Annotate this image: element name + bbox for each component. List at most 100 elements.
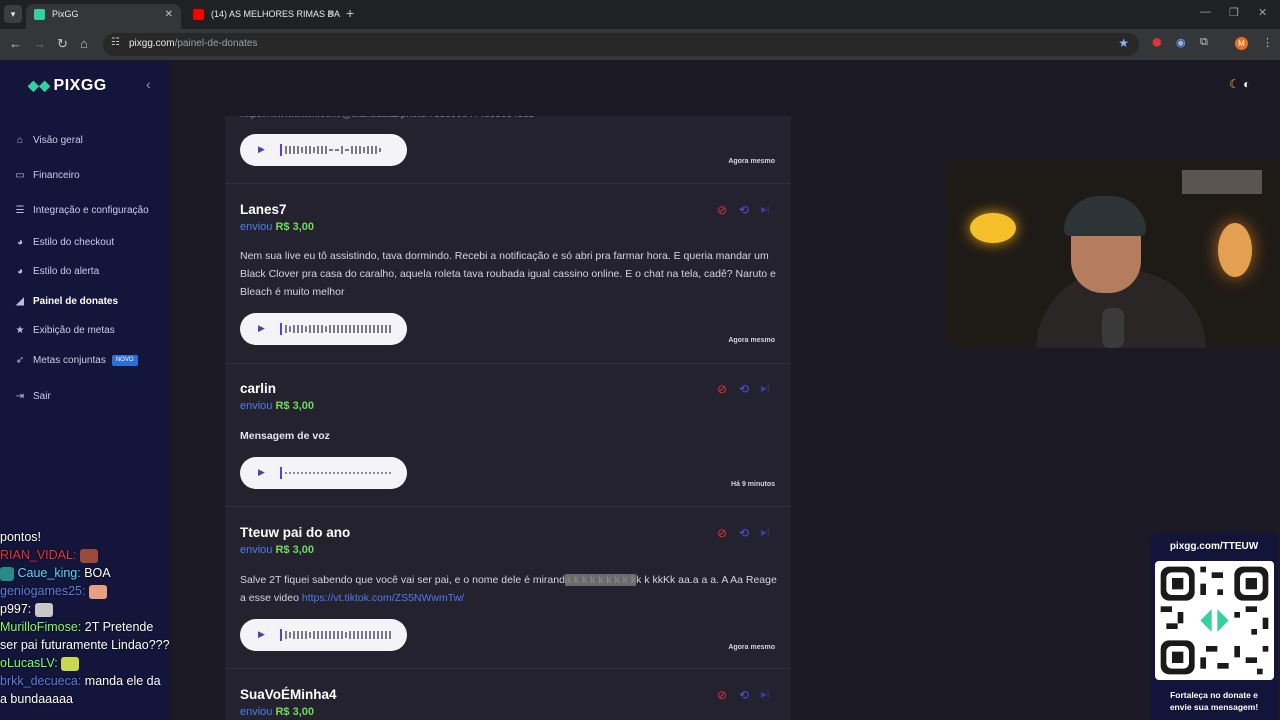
sidebar-item-estilo-checkout[interactable]: ◕ Estilo do checkout (13, 233, 114, 253)
webcam-lamp-right (1218, 223, 1252, 277)
chat-line: a bundaaaaa (0, 692, 73, 706)
pixgg-favicon-icon (34, 9, 45, 20)
close-tab-icon[interactable]: ✕ (327, 4, 335, 25)
message-text: Salve 2T fiquei sabendo que você vai ser… (240, 574, 777, 604)
timestamp: Há 9 minutos (731, 481, 775, 488)
webcam-shelf (1182, 170, 1262, 194)
donor-name: carlin (240, 381, 277, 396)
restore-icon[interactable]: ❐ (1229, 6, 1239, 19)
pixgg-logo[interactable]: ◆◆ PIXGG (28, 77, 107, 95)
skip-icon[interactable]: ▶| (761, 690, 769, 699)
sidebar-item-financeiro[interactable]: ▭ Financeiro (13, 166, 79, 186)
tab-label: (14) AS MELHORES RIMAS DA (211, 9, 341, 19)
reload-icon[interactable]: ↻ (57, 36, 68, 52)
replay-icon[interactable]: ⟲ (739, 203, 749, 217)
audio-player[interactable]: ▶ (240, 619, 407, 651)
star-icon: ★ (15, 325, 25, 336)
block-icon[interactable]: ⊘ (717, 382, 727, 396)
chat-line: oLucasLV: (0, 654, 200, 672)
tab-pixgg[interactable]: PixGG ✕ (26, 4, 181, 29)
message-text: https://www.tiktok.com/@blahbadaz/photo/… (240, 116, 780, 124)
emote-icon (79, 548, 98, 563)
donate-amount-line: enviou R$ 3,00 (240, 706, 315, 718)
theme-toggle[interactable]: ☾ ◐ (1229, 77, 1250, 91)
extension-shield-icon[interactable]: ⬢ (1152, 36, 1162, 49)
home-icon[interactable]: ⌂ (80, 36, 88, 51)
address-bar[interactable]: ☷ pixgg.com/painel-de-donates ★ (103, 33, 1139, 56)
badge-icon (0, 566, 14, 581)
waveform-icon (280, 467, 391, 479)
profile-avatar[interactable]: M (1235, 37, 1248, 50)
youtube-favicon-icon (193, 9, 204, 20)
donate-card: https://www.tiktok.com/@blahbadaz/photo/… (225, 116, 791, 184)
tab-label: PixGG (52, 9, 79, 19)
message-text: Nem sua live eu tô assistindo, tava dorm… (240, 250, 776, 298)
timestamp: Agora mesmo (728, 337, 775, 344)
audio-player[interactable]: ▶ (240, 313, 407, 345)
browser-menu-icon[interactable]: ⋮ (1262, 36, 1273, 49)
replay-icon[interactable]: ⟲ (739, 526, 749, 540)
new-badge: NOVO (111, 354, 138, 366)
audio-player[interactable]: ▶ (240, 134, 407, 166)
replay-icon[interactable]: ⟲ (739, 688, 749, 702)
site-info-icon[interactable]: ☷ (111, 37, 120, 48)
timestamp: Agora mesmo (728, 644, 775, 651)
sidebar-item-metas-conjuntas[interactable]: ➶ Metas conjuntas NOVO (13, 351, 138, 371)
donor-name: Lanes7 (240, 202, 287, 217)
moon-icon: ☾ (1229, 77, 1240, 91)
qr-footer: Fortaleça no donate e envie sua mensagem! (1169, 690, 1259, 712)
play-icon[interactable]: ▶ (258, 323, 265, 334)
tab-search-button[interactable]: ▾ (4, 5, 22, 23)
sidebar-item-visao-geral[interactable]: ⌂ Visão geral (13, 131, 83, 151)
tab-youtube[interactable]: (14) AS MELHORES RIMAS DA ✕ (185, 4, 343, 29)
sidebar-item-exibicao-metas[interactable]: ★ Exibição de metas (13, 321, 115, 341)
sidebar-item-integracao[interactable]: ☰ Integração e configuração (13, 201, 149, 221)
sidebar-item-estilo-alerta[interactable]: ◕ Estilo do alerta (13, 262, 99, 282)
skip-icon[interactable]: ▶| (761, 384, 769, 393)
extension-signal-icon[interactable]: ◉ (1176, 36, 1186, 49)
skip-icon[interactable]: ▶| (761, 205, 769, 214)
replay-icon[interactable]: ⟲ (739, 382, 749, 396)
message-link[interactable]: https://vt.tiktok.com/ZS5NWwmTw/ (302, 592, 464, 604)
webcam-overlay (946, 160, 1280, 348)
new-tab-icon[interactable]: + (346, 5, 354, 21)
wallet-icon: ▭ (15, 170, 25, 181)
donate-card: Lanes7 enviou R$ 3,00 ⊘ ⟲ ▶| Nem sua liv… (225, 184, 791, 364)
message-text: Mensagem de voz (240, 430, 330, 442)
minimize-icon[interactable]: — (1200, 6, 1211, 18)
settings-icon: ☰ (15, 205, 25, 216)
chat-line: pontos! (0, 530, 42, 544)
play-icon[interactable]: ▶ (258, 467, 265, 478)
donate-amount-line: enviou R$ 3,00 (240, 221, 315, 233)
skip-icon[interactable]: ▶| (761, 528, 769, 537)
dark-mode-icon: ◐ (1243, 77, 1251, 91)
play-icon[interactable]: ▶ (258, 144, 265, 155)
block-icon[interactable]: ⊘ (717, 203, 727, 217)
extensions-puzzle-icon[interactable]: ⧉ (1200, 36, 1208, 49)
emote-icon (34, 602, 53, 617)
chat-line: ser pai futuramente Lindao??? (0, 638, 170, 652)
qr-code-image (1160, 566, 1269, 675)
donor-name: SuaVoÉMinha4 (240, 687, 337, 702)
collapse-sidebar-icon[interactable]: ‹ (146, 76, 151, 92)
webcam-lamp-left (970, 213, 1016, 243)
sidebar-item-painel-donates[interactable]: ◢ Painel de donates (13, 292, 118, 312)
sidebar-item-sair[interactable]: ⇥ Sair (13, 387, 51, 407)
chat-line: brkk_decueca: manda ele da (0, 674, 161, 688)
bookmark-star-icon[interactable]: ★ (1118, 36, 1129, 50)
chat-line: RIAN_VIDAL: (0, 546, 200, 564)
play-icon[interactable]: ▶ (258, 629, 265, 640)
chat-line: p997: (0, 600, 200, 618)
close-window-icon[interactable]: ✕ (1258, 6, 1267, 19)
back-icon[interactable]: ← (9, 36, 22, 51)
close-tab-icon[interactable]: ✕ (165, 4, 173, 25)
chat-line: geniogames25: (0, 582, 200, 600)
block-icon[interactable]: ⊘ (717, 688, 727, 702)
timestamp: Agora mesmo (728, 158, 775, 165)
audio-player[interactable]: ▶ (240, 457, 407, 489)
palette-icon: ◕ (16, 237, 24, 248)
block-icon[interactable]: ⊘ (717, 526, 727, 540)
forward-icon[interactable]: → (33, 36, 46, 51)
donate-card: carlin enviou R$ 3,00 ⊘ ⟲ ▶| Mensagem de… (225, 364, 791, 507)
qr-title: pixgg.com/TTEUW (1169, 541, 1259, 552)
